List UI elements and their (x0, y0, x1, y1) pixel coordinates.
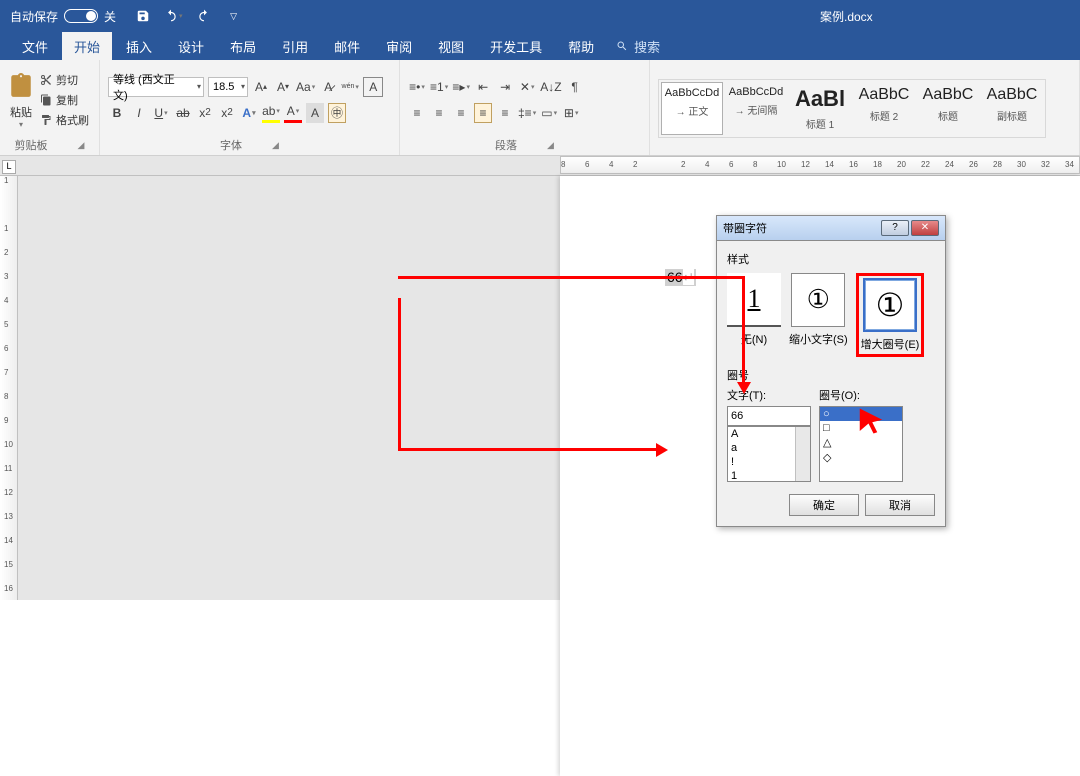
style-none[interactable]: 1 无(N) (727, 273, 781, 357)
search-box[interactable]: 搜索 (616, 37, 660, 56)
distribute-icon[interactable]: ≡ (496, 103, 514, 123)
horizontal-ruler[interactable]: 8642246810121416182022242628303234 (0, 156, 1080, 176)
document-text[interactable]: 66↵ (665, 269, 696, 286)
font-color-icon[interactable]: A (284, 103, 302, 123)
tab-layout[interactable]: 布局 (218, 32, 268, 61)
subscript-icon[interactable]: x2 (196, 103, 214, 123)
style-shrink[interactable]: ① 缩小文字(S) (789, 273, 848, 357)
undo-icon[interactable] (164, 6, 183, 26)
group-para-label: 段落 (495, 137, 517, 153)
strike-icon[interactable]: ab (174, 103, 192, 123)
ribbon: 粘贴 ▾ 剪切 复制 格式刷 剪贴板 ◢ 等线 (西文正文) 18.5 A▴ A▾… (0, 60, 1080, 156)
close-button[interactable]: ✕ (911, 220, 939, 236)
tab-insert[interactable]: 插入 (114, 32, 164, 61)
tab-references[interactable]: 引用 (270, 32, 320, 61)
tab-mail[interactable]: 邮件 (322, 32, 372, 61)
style-enlarge[interactable]: ① 增大圈号(E) (856, 273, 925, 357)
qat-customize-icon[interactable]: ▽ (225, 6, 243, 26)
style-title[interactable]: AaBbC标题 (917, 82, 979, 135)
text-field-label: 文字(T): (727, 387, 811, 403)
font-launcher-icon[interactable]: ◢ (272, 140, 279, 151)
cut-button[interactable]: 剪切 (40, 72, 89, 88)
tab-devtools[interactable]: 开发工具 (478, 32, 554, 61)
style-h2[interactable]: AaBbC标题 2 (853, 82, 915, 135)
superscript-icon[interactable]: x2 (218, 103, 236, 123)
style-subtitle[interactable]: AaBbC副标题 (981, 82, 1043, 135)
enclose-char-dialog: 带圈字符 ? ✕ 样式 1 无(N) ① 缩小文字(S) ① 增大圈号(E) (716, 215, 946, 527)
enclose-section-label: 圈号 (727, 367, 935, 383)
ok-button[interactable]: 确定 (789, 494, 859, 516)
bold-icon[interactable]: B (108, 103, 126, 123)
annotation-cursor-icon (856, 404, 886, 438)
italic-icon[interactable]: I (130, 103, 148, 123)
align-left-icon[interactable]: ≡ (408, 103, 426, 123)
redo-icon[interactable] (195, 6, 213, 26)
group-font-label: 字体 (220, 137, 242, 153)
enclose-char-icon[interactable]: ㊥ (328, 103, 346, 123)
numbering-icon[interactable]: ≡1 (430, 77, 448, 97)
font-name-combo[interactable]: 等线 (西文正文) (108, 77, 204, 97)
ribbon-tabs: 文件 开始 插入 设计 布局 引用 邮件 审阅 视图 开发工具 帮助 搜索 (0, 32, 1080, 60)
dialog-title: 带圈字符 (723, 220, 767, 236)
phonetic-guide-icon[interactable]: wén (341, 77, 359, 97)
paste-button[interactable]: 粘贴 ▾ (8, 71, 34, 129)
sort-icon[interactable]: A↓Z (540, 77, 561, 97)
autosave-toggle[interactable] (64, 9, 98, 23)
font-size-combo[interactable]: 18.5 (208, 77, 248, 97)
save-icon[interactable] (134, 6, 152, 26)
vertical-ruler[interactable]: 112345678910111213141516 (0, 176, 18, 600)
tab-help[interactable]: 帮助 (556, 32, 606, 61)
borders-icon[interactable]: ⊞ (562, 103, 580, 123)
underline-icon[interactable]: U (152, 103, 170, 123)
tab-stop-icon[interactable]: L (2, 160, 16, 174)
text-listbox[interactable]: A a ! 1 ▴ ▾ (727, 426, 811, 482)
title-bar: 自动保存 关 ▽ 案例.docx (0, 0, 1080, 32)
format-painter-button[interactable]: 格式刷 (40, 112, 89, 128)
enclose-field-label: 圈号(O): (819, 387, 903, 403)
align-center-icon[interactable]: ≡ (430, 103, 448, 123)
indent-inc-icon[interactable]: ⇥ (496, 77, 514, 97)
multilevel-icon[interactable]: ≡▸ (452, 77, 470, 97)
bullets-icon[interactable]: ≡• (408, 77, 426, 97)
style-nospacing[interactable]: AaBbCcDd→ 无间隔 (725, 82, 787, 135)
highlight-icon[interactable]: ab (262, 103, 280, 123)
align-justify-icon[interactable]: ≡ (474, 103, 492, 123)
align-right-icon[interactable]: ≡ (452, 103, 470, 123)
tab-review[interactable]: 审阅 (374, 32, 424, 61)
style-normal[interactable]: AaBbCcDd→ 正文 (661, 82, 723, 135)
document-title: 案例.docx (820, 8, 873, 25)
paste-label: 粘贴 (8, 104, 34, 120)
text-input[interactable] (727, 406, 811, 426)
style-section-label: 样式 (727, 251, 935, 267)
tab-view[interactable]: 视图 (426, 32, 476, 61)
show-marks-icon[interactable]: ¶ (566, 77, 584, 97)
tab-file[interactable]: 文件 (10, 32, 60, 61)
grow-font-icon[interactable]: A▴ (252, 77, 270, 97)
cancel-button[interactable]: 取消 (865, 494, 935, 516)
autosave-label: 自动保存 (10, 8, 58, 25)
change-case-icon[interactable]: Aa (296, 77, 315, 97)
copy-button[interactable]: 复制 (40, 92, 89, 108)
styles-gallery[interactable]: AaBbCcDd→ 正文 AaBbCcDd→ 无间隔 AaBl标题 1 AaBb… (658, 79, 1046, 138)
indent-dec-icon[interactable]: ⇤ (474, 77, 492, 97)
asian-layout-icon[interactable]: ✕ (518, 77, 536, 97)
tab-design[interactable]: 设计 (166, 32, 216, 61)
shrink-font-icon[interactable]: A▾ (274, 77, 292, 97)
tab-home[interactable]: 开始 (62, 32, 112, 61)
autosave-state: 关 (104, 8, 116, 25)
clear-format-icon[interactable]: A̷ (319, 77, 337, 97)
group-clipboard-label: 剪贴板 (15, 137, 48, 153)
char-border-icon[interactable]: A (363, 77, 383, 97)
clipboard-launcher-icon[interactable]: ◢ (78, 140, 85, 151)
help-button[interactable]: ? (881, 220, 909, 236)
style-h1[interactable]: AaBl标题 1 (789, 82, 851, 135)
line-spacing-icon[interactable]: ‡≡ (518, 103, 536, 123)
char-shading-icon[interactable]: A (306, 103, 324, 123)
shading-icon[interactable]: ▭ (540, 103, 558, 123)
text-effects-icon[interactable]: A (240, 103, 258, 123)
search-label: 搜索 (634, 37, 660, 56)
para-launcher-icon[interactable]: ◢ (547, 140, 554, 151)
